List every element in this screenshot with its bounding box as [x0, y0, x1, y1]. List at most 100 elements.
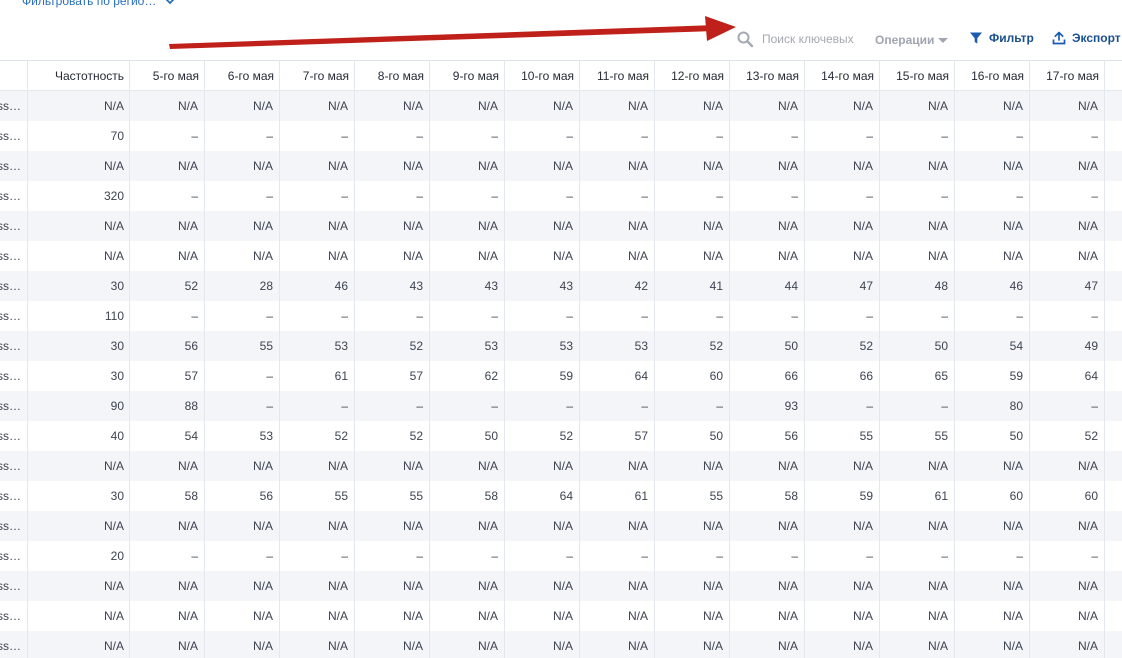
column-header[interactable]: Частотность — [28, 61, 130, 91]
position-cell: 43 — [355, 271, 430, 301]
table-row[interactable]: ss…N/AN/AN/AN/AN/AN/AN/AN/AN/AN/AN/AN/AN… — [0, 91, 1122, 121]
table-row[interactable]: ss…110––––––––––––– — [0, 301, 1122, 331]
keyword-text: ss… — [0, 219, 21, 233]
operations-label: Операции — [875, 33, 935, 47]
column-header[interactable]: 6-го мая — [205, 61, 280, 91]
position-cell: 52 — [1030, 421, 1105, 451]
position-cell: 61 — [880, 481, 955, 511]
keyword-text: ss… — [0, 189, 21, 203]
table-row[interactable]: ss…N/AN/AN/AN/AN/AN/AN/AN/AN/AN/AN/AN/AN… — [0, 241, 1122, 271]
column-header[interactable]: 14-го мая — [805, 61, 880, 91]
table-row[interactable]: ss…N/AN/AN/AN/AN/AN/AN/AN/AN/AN/AN/AN/AN… — [0, 601, 1122, 631]
export-button[interactable]: Экспорт — [1052, 31, 1121, 45]
column-header[interactable]: 15-го мая — [880, 61, 955, 91]
position-cell: 64 — [580, 361, 655, 391]
position-cell: 64 — [505, 481, 580, 511]
position-cell: N/A — [805, 601, 880, 631]
position-cell: N/A — [280, 151, 355, 181]
overflow-cell — [1105, 271, 1122, 301]
keyword-cell: ss… — [0, 421, 28, 451]
position-cell: N/A — [730, 511, 805, 541]
position-cell: – — [505, 391, 580, 421]
table-row[interactable]: ss…3058565555586461555859616060 — [0, 481, 1122, 511]
position-cell: N/A — [880, 91, 955, 121]
column-header[interactable]: 13-го мая — [730, 61, 805, 91]
position-cell: 43 — [430, 271, 505, 301]
table-row[interactable]: ss…N/AN/AN/AN/AN/AN/AN/AN/AN/AN/AN/AN/AN… — [0, 451, 1122, 481]
table-row[interactable]: ss…N/AN/AN/AN/AN/AN/AN/AN/AN/AN/AN/AN/AN… — [0, 211, 1122, 241]
position-cell: N/A — [655, 511, 730, 541]
position-cell: – — [730, 301, 805, 331]
search-input[interactable] — [762, 32, 860, 46]
position-cell: – — [355, 301, 430, 331]
table-row[interactable]: ss…9088–––––––93––80– — [0, 391, 1122, 421]
position-cell: N/A — [580, 451, 655, 481]
table-row[interactable]: ss…N/AN/AN/AN/AN/AN/AN/AN/AN/AN/AN/AN/AN… — [0, 631, 1122, 658]
position-cell: 55 — [355, 481, 430, 511]
column-header[interactable]: 16-го мая — [955, 61, 1030, 91]
position-cell: – — [880, 541, 955, 571]
position-cell: 54 — [130, 421, 205, 451]
frequency-cell: N/A — [28, 631, 130, 658]
operations-dropdown[interactable]: Операции — [875, 33, 949, 47]
position-cell: N/A — [505, 511, 580, 541]
position-cell: N/A — [355, 241, 430, 271]
position-cell: N/A — [805, 631, 880, 658]
column-header[interactable]: 7-го мая — [280, 61, 355, 91]
table-row[interactable]: ss…N/AN/AN/AN/AN/AN/AN/AN/AN/AN/AN/AN/AN… — [0, 151, 1122, 181]
position-cell: 48 — [880, 271, 955, 301]
position-cell: – — [505, 301, 580, 331]
column-header[interactable]: 12-го мая — [655, 61, 730, 91]
position-cell: – — [505, 181, 580, 211]
table-row[interactable]: ss…N/AN/AN/AN/AN/AN/AN/AN/AN/AN/AN/AN/AN… — [0, 571, 1122, 601]
position-cell: 58 — [730, 481, 805, 511]
position-cell: – — [730, 541, 805, 571]
position-cell: N/A — [955, 91, 1030, 121]
position-cell: 60 — [1030, 481, 1105, 511]
column-header[interactable]: 5-го мая — [130, 61, 205, 91]
table-row[interactable]: ss…3056555352535353525052505449 — [0, 331, 1122, 361]
column-header[interactable]: 10-го мая — [505, 61, 580, 91]
filter-button[interactable]: Фильтр — [969, 31, 1034, 45]
position-cell: N/A — [205, 511, 280, 541]
position-cell: N/A — [805, 511, 880, 541]
column-header[interactable]: 9-го мая — [430, 61, 505, 91]
position-cell: N/A — [1030, 241, 1105, 271]
position-cell: – — [655, 541, 730, 571]
position-cell: – — [805, 181, 880, 211]
position-cell: – — [880, 121, 955, 151]
position-cell: 52 — [280, 421, 355, 451]
overflow-cell — [1105, 541, 1122, 571]
position-cell: – — [880, 301, 955, 331]
overflow-cell — [1105, 331, 1122, 361]
position-cell: N/A — [730, 211, 805, 241]
region-filter-dropdown[interactable]: Фильтровать по регио… — [22, 0, 176, 8]
position-cell: N/A — [955, 151, 1030, 181]
column-header[interactable]: 17-го мая — [1030, 61, 1105, 91]
position-cell: 56 — [130, 331, 205, 361]
position-cell: 65 — [880, 361, 955, 391]
table-row[interactable]: ss…320––––––––––––– — [0, 181, 1122, 211]
column-header[interactable]: 11-го мая — [580, 61, 655, 91]
position-cell: – — [880, 181, 955, 211]
position-cell: 57 — [580, 421, 655, 451]
position-cell: N/A — [880, 571, 955, 601]
column-header[interactable]: 8-го мая — [355, 61, 430, 91]
position-cell: N/A — [955, 601, 1030, 631]
keyword-cell: ss… — [0, 271, 28, 301]
chevron-down-icon — [166, 0, 175, 5]
table-row[interactable]: ss…3057–6157625964606666655964 — [0, 361, 1122, 391]
table-row[interactable]: ss…N/AN/AN/AN/AN/AN/AN/AN/AN/AN/AN/AN/AN… — [0, 511, 1122, 541]
position-cell: N/A — [355, 211, 430, 241]
overflow-cell — [1105, 631, 1122, 658]
table-row[interactable]: ss…20––––––––––––– — [0, 541, 1122, 571]
keyword-text: ss… — [0, 159, 21, 173]
table-row[interactable]: ss…70––––––––––––– — [0, 121, 1122, 151]
table-row[interactable]: ss…3052284643434342414447484647 — [0, 271, 1122, 301]
table-row[interactable]: ss…4054535252505257505655555052 — [0, 421, 1122, 451]
keyword-search[interactable] — [736, 30, 860, 48]
header-overflow-cell — [1105, 61, 1122, 91]
position-cell: – — [880, 391, 955, 421]
position-cell: 41 — [655, 271, 730, 301]
position-cell: N/A — [730, 631, 805, 658]
